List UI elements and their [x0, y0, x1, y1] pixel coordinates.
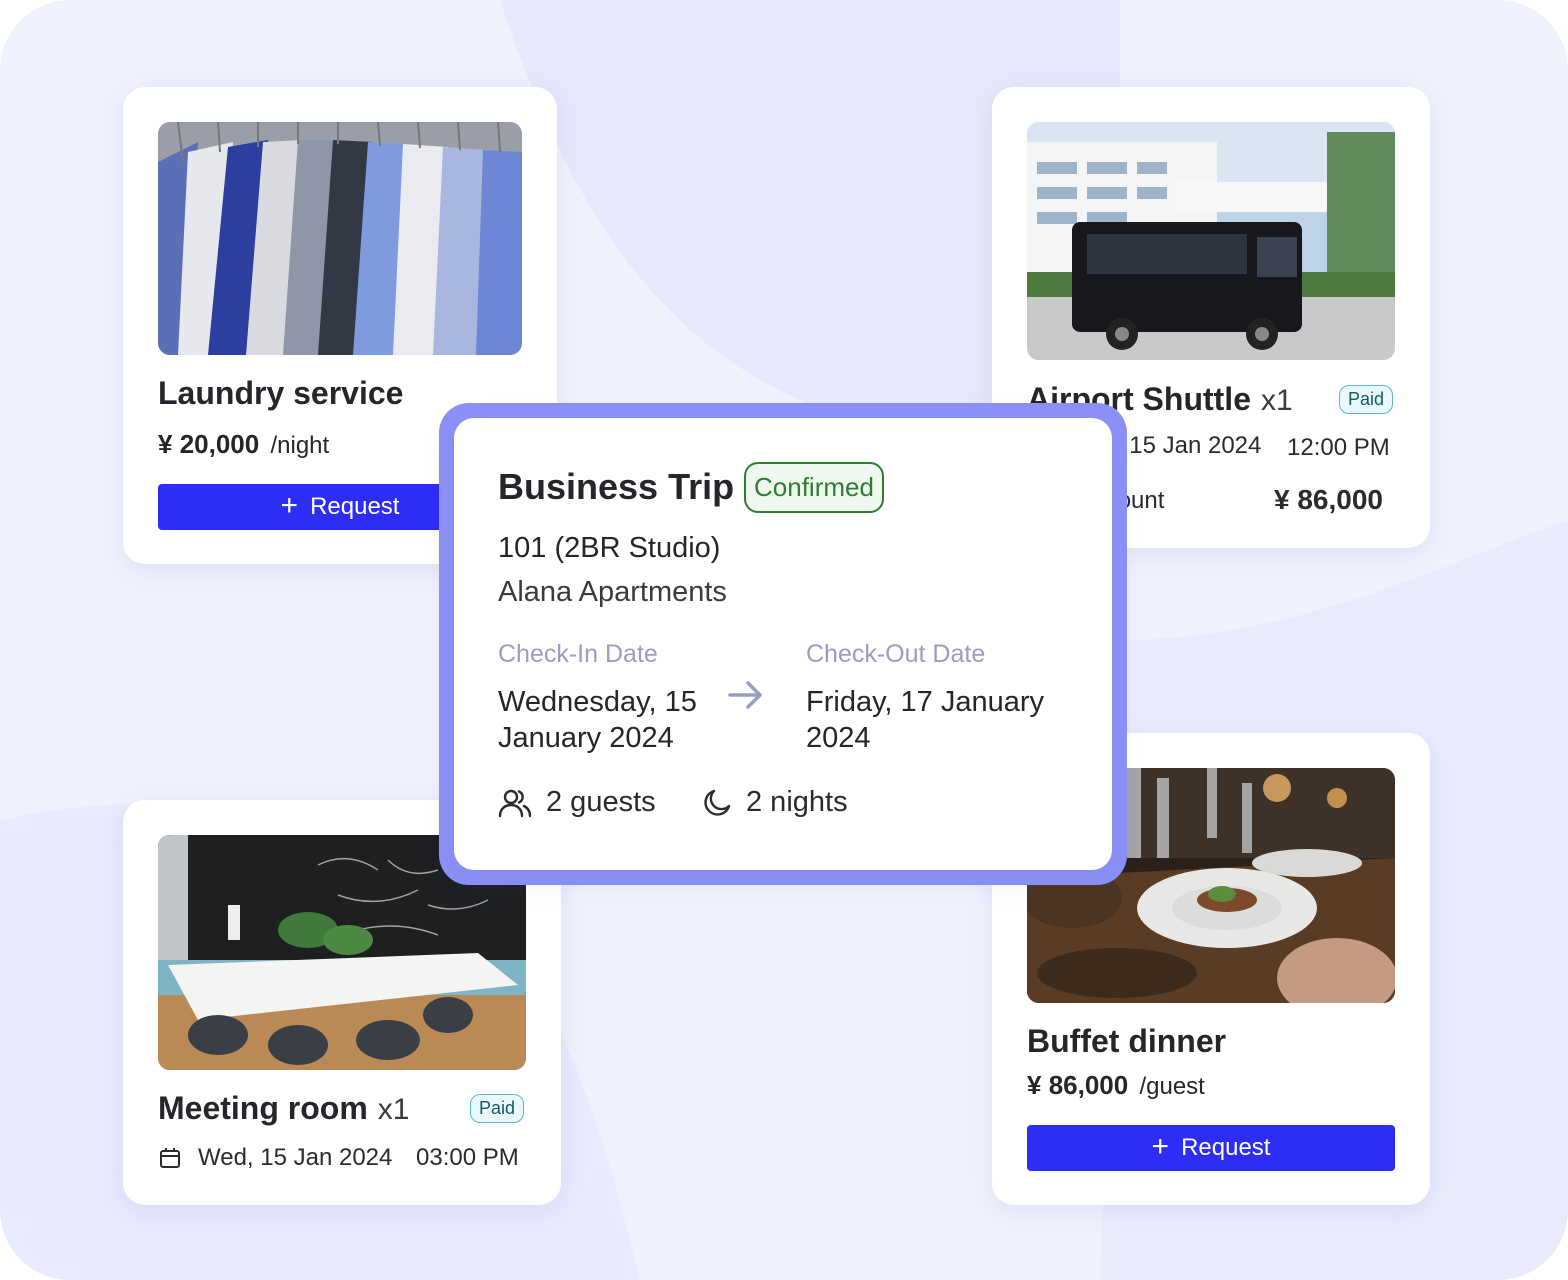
calendar-icon [160, 1148, 180, 1168]
checkin-line2: January 2024 [498, 722, 674, 754]
paid-badge: Paid [470, 1094, 525, 1123]
guests-text: 2 guests [546, 786, 656, 818]
shirts-photo [158, 122, 522, 355]
buffet-amount: 86,000 [1048, 1070, 1129, 1100]
laundry-title: Laundry service [158, 375, 404, 411]
business-trip-card[interactable]: Business Trip Confirmed 101 (2BR Studio)… [454, 418, 1112, 870]
confirmed-badge: Confirmed [744, 462, 884, 513]
buffet-title: Buffet dinner [1027, 1023, 1227, 1059]
laundry-unit: /night [270, 432, 330, 459]
laundry-price: ¥ 20,000 /night [158, 429, 329, 460]
plus-icon: + [1151, 1129, 1170, 1163]
arrow-right-icon [728, 681, 762, 709]
total-amount-value: ¥ 86,000 [1274, 484, 1383, 515]
meeting-date: Wed, 15 Jan 2024 [158, 1144, 392, 1172]
buffet-price: ¥ 86,000 /guest [1027, 1070, 1205, 1101]
laundry-request-label: Request [310, 493, 400, 520]
shuttle-bus-photo [1027, 122, 1395, 360]
checkout-line1: Friday, 17 January [806, 686, 1045, 718]
nights-info: 2 nights [702, 786, 848, 819]
checkin-label: Check-In Date [498, 640, 658, 668]
laundry-currency: ¥ [158, 429, 173, 459]
checkout-line2: 2024 [806, 722, 871, 754]
meeting-date-text: Wed, 15 Jan 2024 [198, 1144, 393, 1171]
checkin-line1: Wednesday, 15 [498, 686, 697, 718]
shuttle-qty: x1 [1260, 384, 1293, 417]
laundry-amount: 20,000 [179, 429, 260, 459]
buffet-currency: ¥ [1027, 1070, 1042, 1100]
meeting-time: 03:00 PM [416, 1144, 519, 1171]
checkout-label: Check-Out Date [806, 640, 986, 668]
trip-title: Business Trip [498, 466, 735, 507]
guests-info: 2 guests [498, 786, 656, 819]
nights-text: 2 nights [746, 786, 848, 818]
buffet-request-button[interactable]: + Request [1027, 1125, 1395, 1171]
meeting-title-text: Meeting room [158, 1090, 368, 1126]
plus-icon: + [280, 488, 299, 522]
shuttle-time: 12:00 PM [1287, 434, 1390, 461]
buffet-request-label: Request [1181, 1134, 1271, 1161]
room-name: 101 (2BR Studio) [498, 532, 721, 564]
buffet-unit: /guest [1139, 1073, 1205, 1100]
meeting-title: Meeting room x1 [158, 1090, 409, 1127]
paid-badge: Paid [1339, 385, 1394, 414]
moon-icon [704, 789, 731, 816]
meeting-qty: x1 [377, 1093, 410, 1126]
users-icon [498, 789, 532, 817]
property-name: Alana Apartments [498, 576, 727, 608]
